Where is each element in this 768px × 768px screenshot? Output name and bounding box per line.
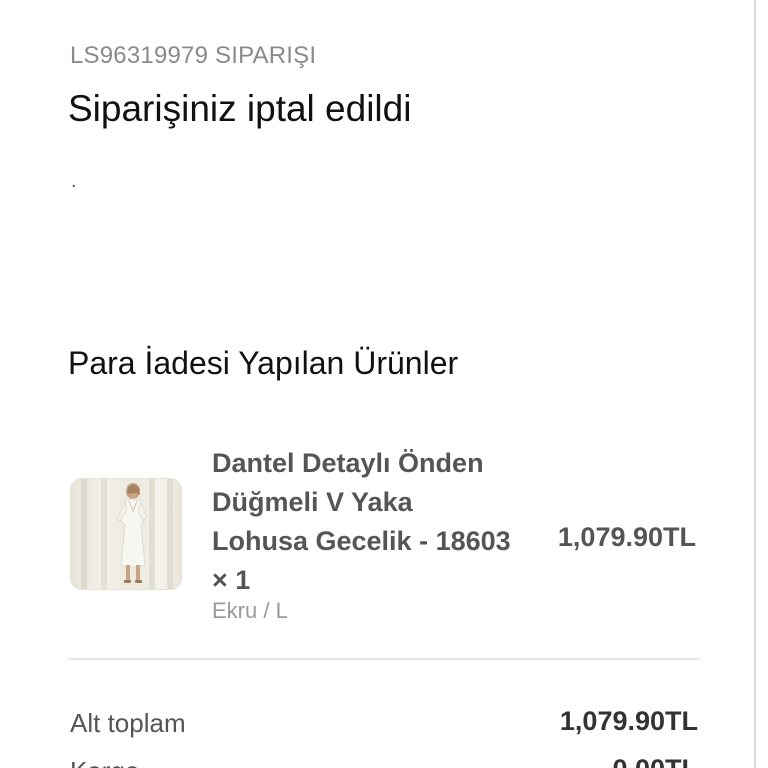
product-thumbnail[interactable] (70, 478, 182, 590)
order-note: . (71, 170, 77, 192)
scroll-edge-divider (754, 0, 756, 768)
nightgown-figure-icon (116, 483, 148, 583)
section-divider (68, 658, 700, 660)
order-status-title: Siparişiniz iptal edildi (68, 88, 412, 129)
subtotal-label: Alt toplam (70, 708, 186, 738)
refunded-item-row[interactable]: Dantel Detaylı Önden Düğmeli V Yaka Lohu… (70, 440, 700, 630)
product-name[interactable]: Dantel Detaylı Önden Düğmeli V Yaka Lohu… (212, 444, 512, 600)
shipping-label: Kargo (70, 756, 139, 768)
product-price: 1,079.90TL (557, 522, 696, 552)
product-variant: Ekru / L (212, 598, 288, 623)
order-number-label: LS96319979 SIPARIŞI (70, 42, 317, 69)
shipping-value: 0.00TL (612, 754, 698, 768)
subtotal-value: 1,079.90TL (559, 706, 698, 736)
order-detail-page: LS96319979 SIPARIŞI Siparişiniz iptal ed… (0, 0, 768, 768)
refunded-items-heading: Para İadesi Yapılan Ürünler (68, 345, 459, 381)
